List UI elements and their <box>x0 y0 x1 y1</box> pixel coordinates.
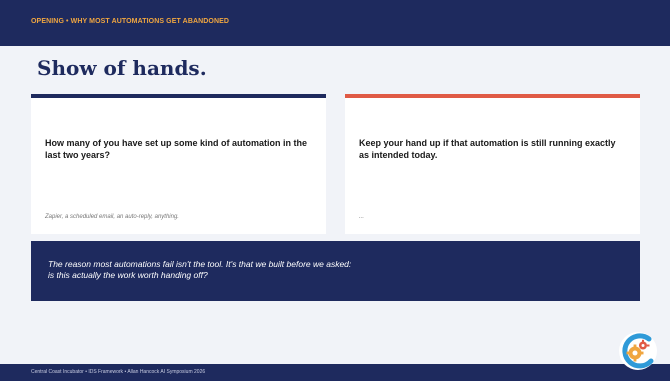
quote-line-2: is this actually the work worth handing … <box>48 270 208 280</box>
quote-text: The reason most automations fail isn't t… <box>48 259 608 281</box>
footer-text: Central Coast Incubator • IDS Framework … <box>31 369 206 375</box>
question-card-2: Keep your hand up if that automation is … <box>345 94 640 234</box>
card-note: Zapier, a scheduled email, an auto-reply… <box>45 214 179 220</box>
slide: OPENING • WHY MOST AUTOMATIONS GET ABAND… <box>0 0 670 381</box>
slide-title: Show of hands. <box>37 56 207 80</box>
question-card-1: How many of you have set up some kind of… <box>31 94 326 234</box>
quote-box: The reason most automations fail isn't t… <box>31 241 640 301</box>
header-bar: OPENING • WHY MOST AUTOMATIONS GET ABAND… <box>0 0 670 46</box>
quote-line-1: The reason most automations fail isn't t… <box>48 259 352 269</box>
card-question: Keep your hand up if that automation is … <box>359 138 616 160</box>
section-kicker: OPENING • WHY MOST AUTOMATIONS GET ABAND… <box>31 18 230 25</box>
card-question: How many of you have set up some kind of… <box>45 138 308 160</box>
gears-logo-icon <box>619 332 657 370</box>
footer-bar: Central Coast Incubator • IDS Framework … <box>0 364 670 381</box>
card-note: ... <box>359 214 365 220</box>
